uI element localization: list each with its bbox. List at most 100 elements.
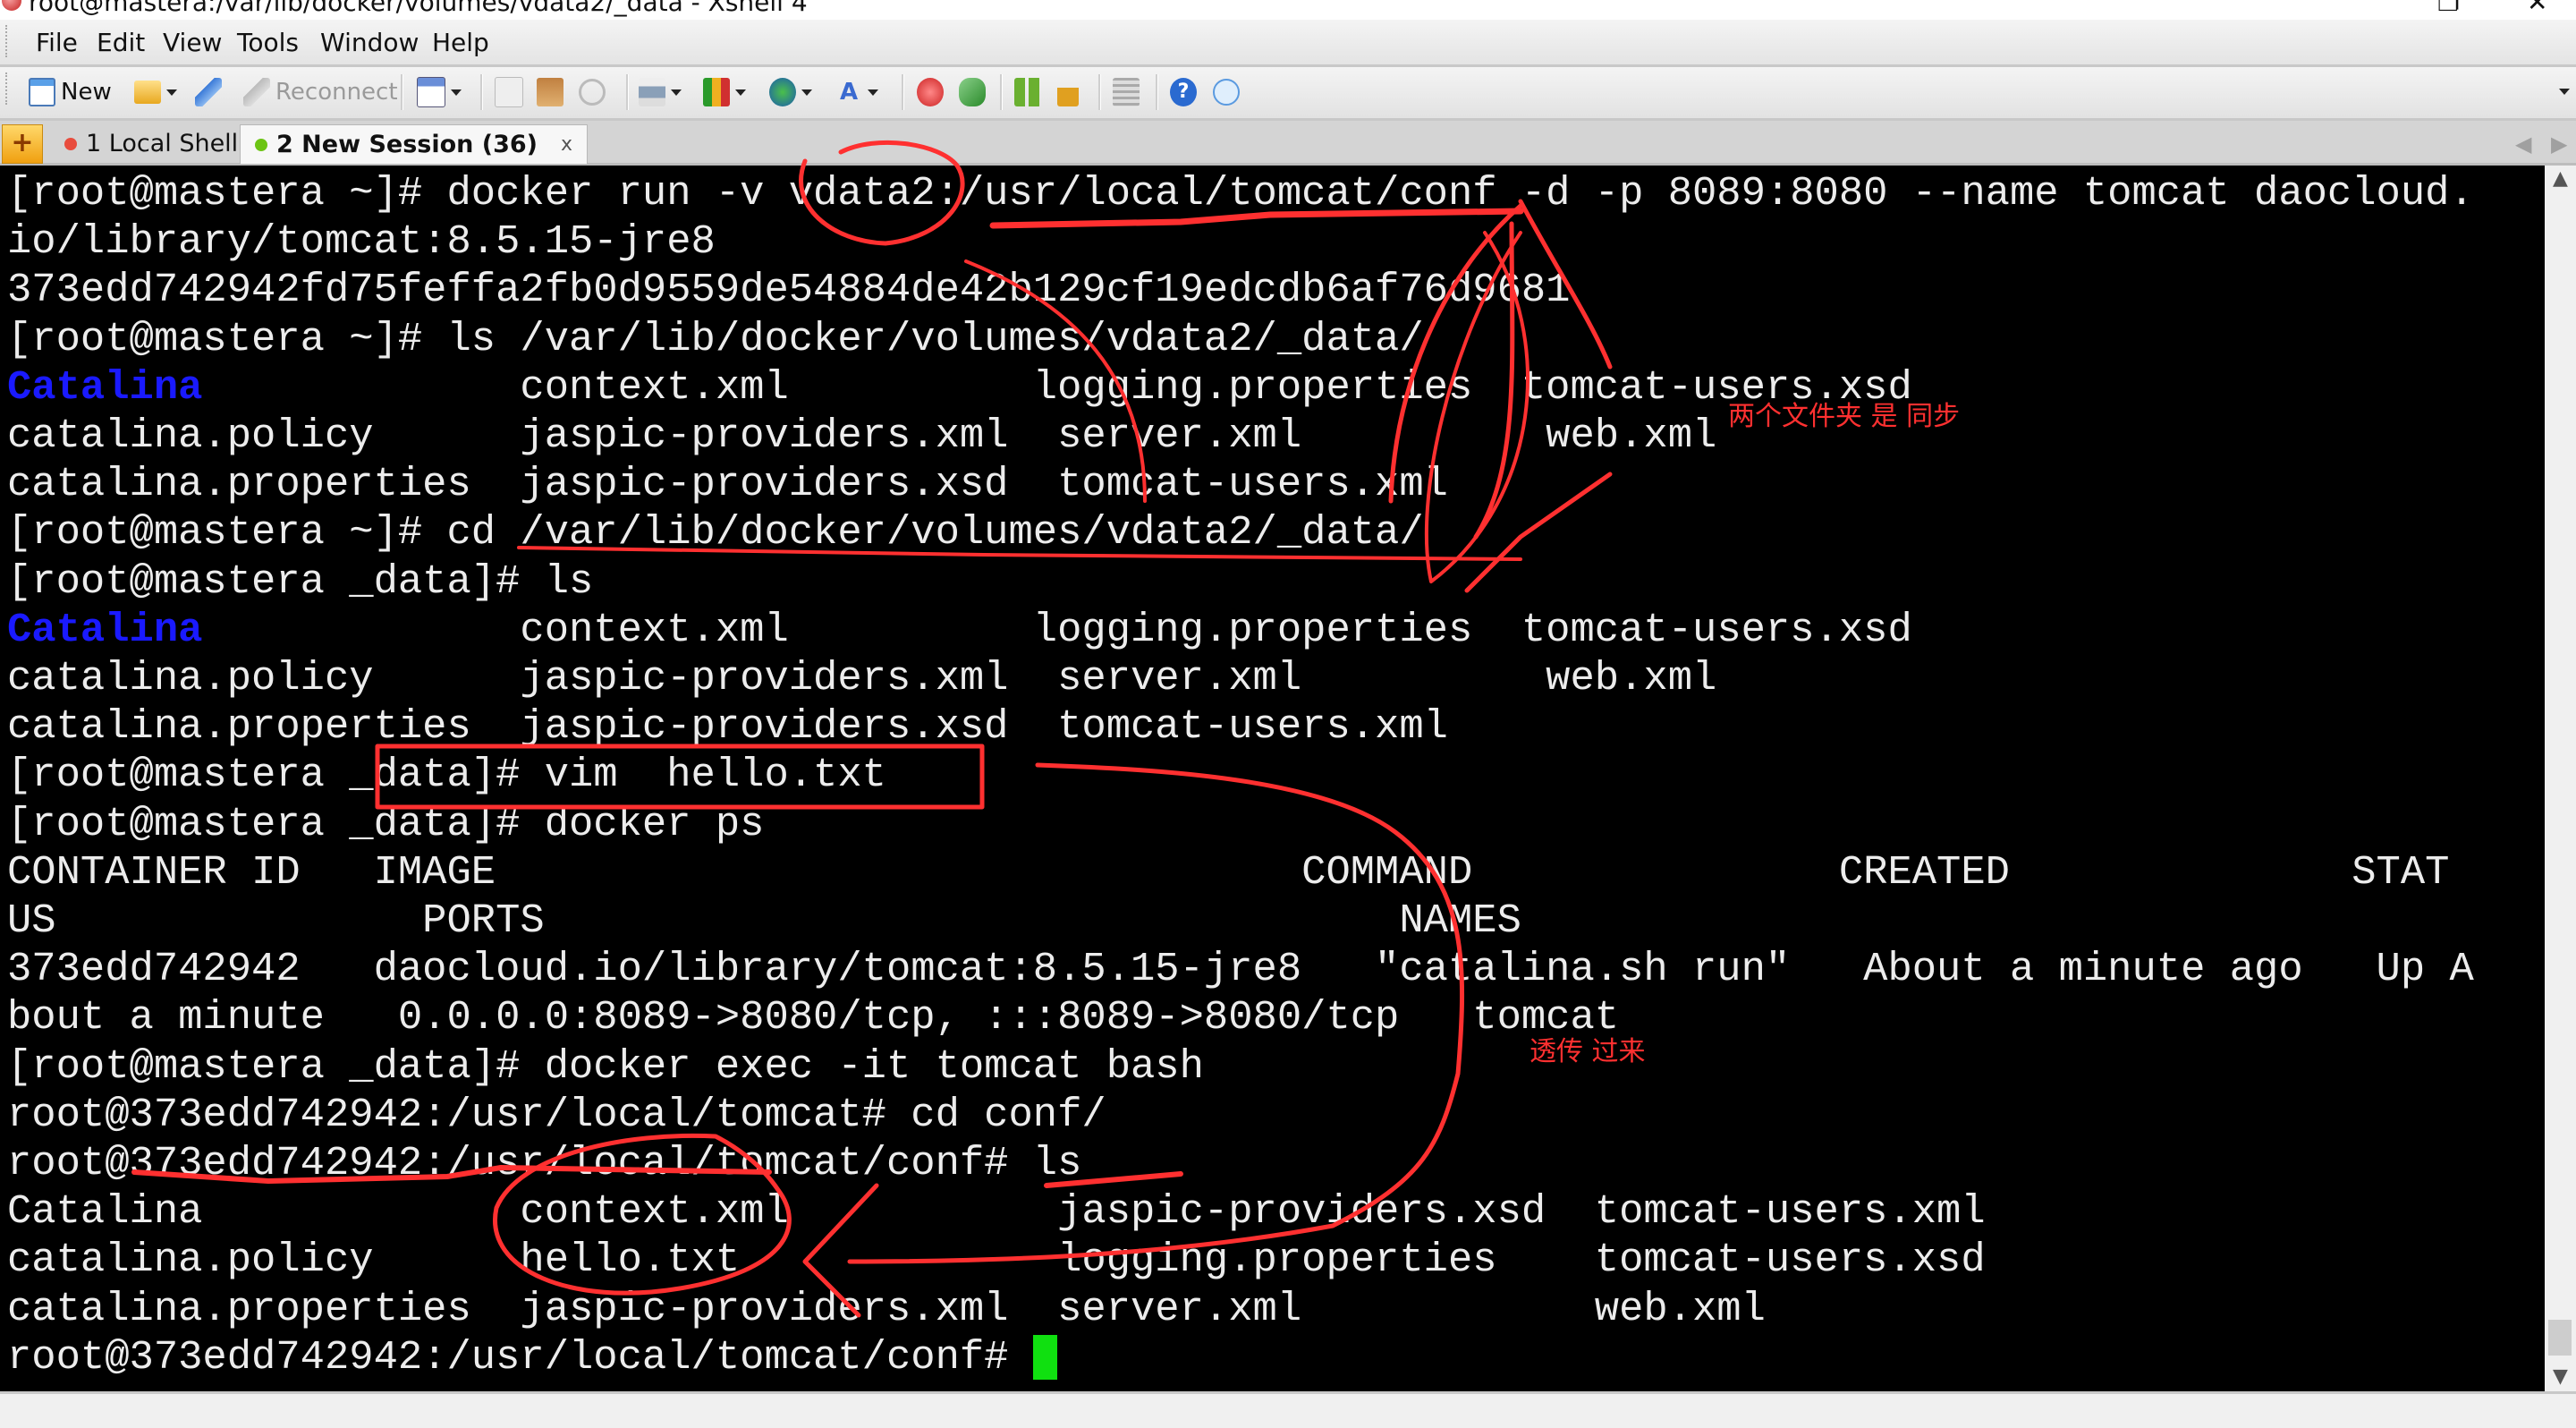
tab-new-session[interactable]: 2 New Session (36) x	[240, 124, 589, 164]
terminal-line: catalina.properties jaspic-providers.xsd…	[7, 460, 1448, 508]
menu-view[interactable]: View	[163, 28, 222, 57]
transfer-button[interactable]	[703, 76, 746, 108]
scroll-down-icon[interactable]: ▼	[2553, 1365, 2568, 1388]
new-button[interactable]: New	[29, 76, 112, 108]
terminal-text: root@373edd742942:/usr/local/tomcat/conf…	[7, 1140, 1082, 1186]
properties-button[interactable]	[417, 76, 462, 108]
chevron-down-icon	[735, 89, 746, 96]
window-title: root@mastera:/var/lib/docker/volumes/vda…	[29, 0, 808, 17]
terminal-text: bout a minute 0.0.0.0:8089->8080/tcp, ::…	[7, 994, 1620, 1041]
terminal-output[interactable]: [root@mastera ~]# docker run -v vdata2:/…	[0, 166, 2545, 1391]
xftp-button[interactable]	[917, 76, 944, 108]
directory-entry: Catalina	[7, 606, 203, 653]
chevron-down-icon	[671, 89, 682, 96]
terminal-text: [root@mastera _data]# vim hello.txt	[7, 752, 886, 799]
toolbar-separator	[1156, 74, 1158, 110]
chat-icon	[1213, 79, 1240, 106]
terminal-scrollbar[interactable]: ▲ ▼	[2545, 166, 2576, 1391]
xmanager-icon	[959, 78, 986, 106]
find-icon	[579, 79, 606, 106]
terminal-text: 373edd742942fd75feffa2fb0d9559de54884de4…	[7, 267, 1571, 314]
toolbar: New Reconnect A ?	[0, 67, 2576, 121]
tab-scroll-left-icon[interactable]: ◀	[2515, 132, 2531, 157]
menu-help[interactable]: Help	[432, 28, 489, 57]
menu-file[interactable]: File	[36, 28, 78, 57]
find-button[interactable]	[579, 76, 606, 108]
font-icon: A	[839, 79, 859, 106]
terminal-line: catalina.policy hello.txt logging.proper…	[7, 1236, 1986, 1284]
properties-icon	[417, 77, 445, 107]
terminal-line: 373edd742942fd75feffa2fb0d9559de54884de4…	[7, 266, 1570, 314]
reconnect-button[interactable]: Reconnect	[243, 76, 398, 108]
layout-button[interactable]	[1014, 76, 1041, 108]
print-icon	[639, 78, 665, 106]
terminal-text: root@373edd742942:/usr/local/tomcat/conf…	[7, 1333, 1033, 1381]
terminal-text: root@373edd742942:/usr/local/tomcat# cd …	[7, 1091, 1106, 1138]
copy-button[interactable]	[495, 76, 523, 108]
tab-local-shell[interactable]: 1 Local Shell	[52, 124, 250, 163]
open-button[interactable]	[134, 76, 177, 108]
globe-icon	[769, 78, 796, 106]
terminal-text: [root@mastera _data]# docker exec -it to…	[7, 1042, 1204, 1090]
menu-grip[interactable]	[5, 25, 10, 57]
new-tab-button[interactable]: +	[2, 124, 43, 164]
paste-icon	[537, 78, 564, 106]
terminal-line: [root@mastera _data]# ls	[7, 557, 593, 606]
tab-scroll-right-icon[interactable]: ▶	[2551, 132, 2567, 157]
menu-window[interactable]: Window	[320, 28, 419, 57]
lock-icon	[1057, 78, 1079, 106]
chat-button[interactable]	[1213, 76, 1240, 108]
terminal-text: [root@mastera _data]# ls	[7, 557, 594, 605]
terminal-text: [root@mastera ~]# docker run -v vdata2:/…	[7, 170, 2474, 217]
print-button[interactable]	[639, 76, 682, 108]
terminal-line: root@373edd742942:/usr/local/tomcat/conf…	[7, 1333, 1057, 1381]
directory-entry: Catalina	[7, 363, 203, 411]
help-button[interactable]: ?	[1170, 76, 1197, 108]
restore-icon[interactable]: ❐	[2437, 0, 2460, 17]
terminal-line: CONTAINER ID IMAGE COMMAND CREATED STAT	[7, 848, 2449, 897]
chevron-down-icon	[868, 89, 878, 96]
menu-tools[interactable]: Tools	[237, 28, 299, 57]
xmanager-button[interactable]	[959, 76, 986, 108]
close-icon[interactable]: ✕	[2527, 0, 2547, 17]
new-label: New	[61, 79, 112, 106]
toolbar-overflow-icon[interactable]	[2559, 89, 2570, 95]
layout-icon	[1014, 78, 1041, 106]
scroll-up-icon[interactable]: ▲	[2553, 167, 2568, 190]
toolbar-separator	[401, 74, 403, 110]
font-button[interactable]: A	[835, 76, 878, 108]
status-dot-icon	[64, 137, 77, 150]
terminal-line: io/library/tomcat:8.5.15-jre8	[7, 217, 716, 266]
lock-button[interactable]	[1057, 76, 1079, 108]
globe-button[interactable]	[769, 76, 812, 108]
xshell-app-icon	[2, 0, 21, 11]
close-tab-icon[interactable]: x	[561, 133, 572, 156]
terminal-text: US PORTS NAMES	[7, 897, 1521, 944]
connect-icon	[195, 78, 222, 106]
chevron-down-icon	[166, 89, 177, 96]
terminal-line: Catalina context.xml jaspic-providers.xs…	[7, 1187, 1986, 1236]
terminal-line: bout a minute 0.0.0.0:8089->8080/tcp, ::…	[7, 993, 1619, 1041]
terminal-line: [root@mastera _data]# docker ps	[7, 800, 764, 848]
terminal-text: catalina.properties jaspic-providers.xsd…	[7, 461, 1448, 508]
scrollbar-thumb[interactable]	[2548, 1320, 2572, 1356]
toolbar-grip[interactable]	[5, 72, 10, 105]
connect-button[interactable]	[195, 76, 222, 108]
terminal-line: catalina.policy jaspic-providers.xml ser…	[7, 654, 1716, 702]
terminal-text: 373edd742942 daocloud.io/library/tomcat:…	[7, 946, 2474, 993]
keyboard-button[interactable]	[1113, 76, 1140, 108]
xftp-icon	[917, 78, 944, 106]
terminal-line: [root@mastera _data]# docker exec -it to…	[7, 1042, 1204, 1091]
terminal-text: [root@mastera _data]# docker ps	[7, 800, 765, 847]
menu-edit[interactable]: Edit	[97, 28, 145, 57]
status-bar	[0, 1391, 2576, 1428]
terminal-text: catalina.properties jaspic-providers.xml…	[7, 1285, 1766, 1332]
toolbar-separator	[902, 74, 904, 110]
terminal-text: catalina.policy jaspic-providers.xml ser…	[7, 412, 1717, 459]
chevron-down-icon	[451, 89, 462, 96]
paste-button[interactable]	[537, 76, 564, 108]
toolbar-separator	[480, 74, 483, 110]
terminal-text: [root@mastera ~]# ls /var/lib/docker/vol…	[7, 315, 1424, 362]
toolbar-separator	[626, 74, 629, 110]
chevron-down-icon	[801, 89, 812, 96]
